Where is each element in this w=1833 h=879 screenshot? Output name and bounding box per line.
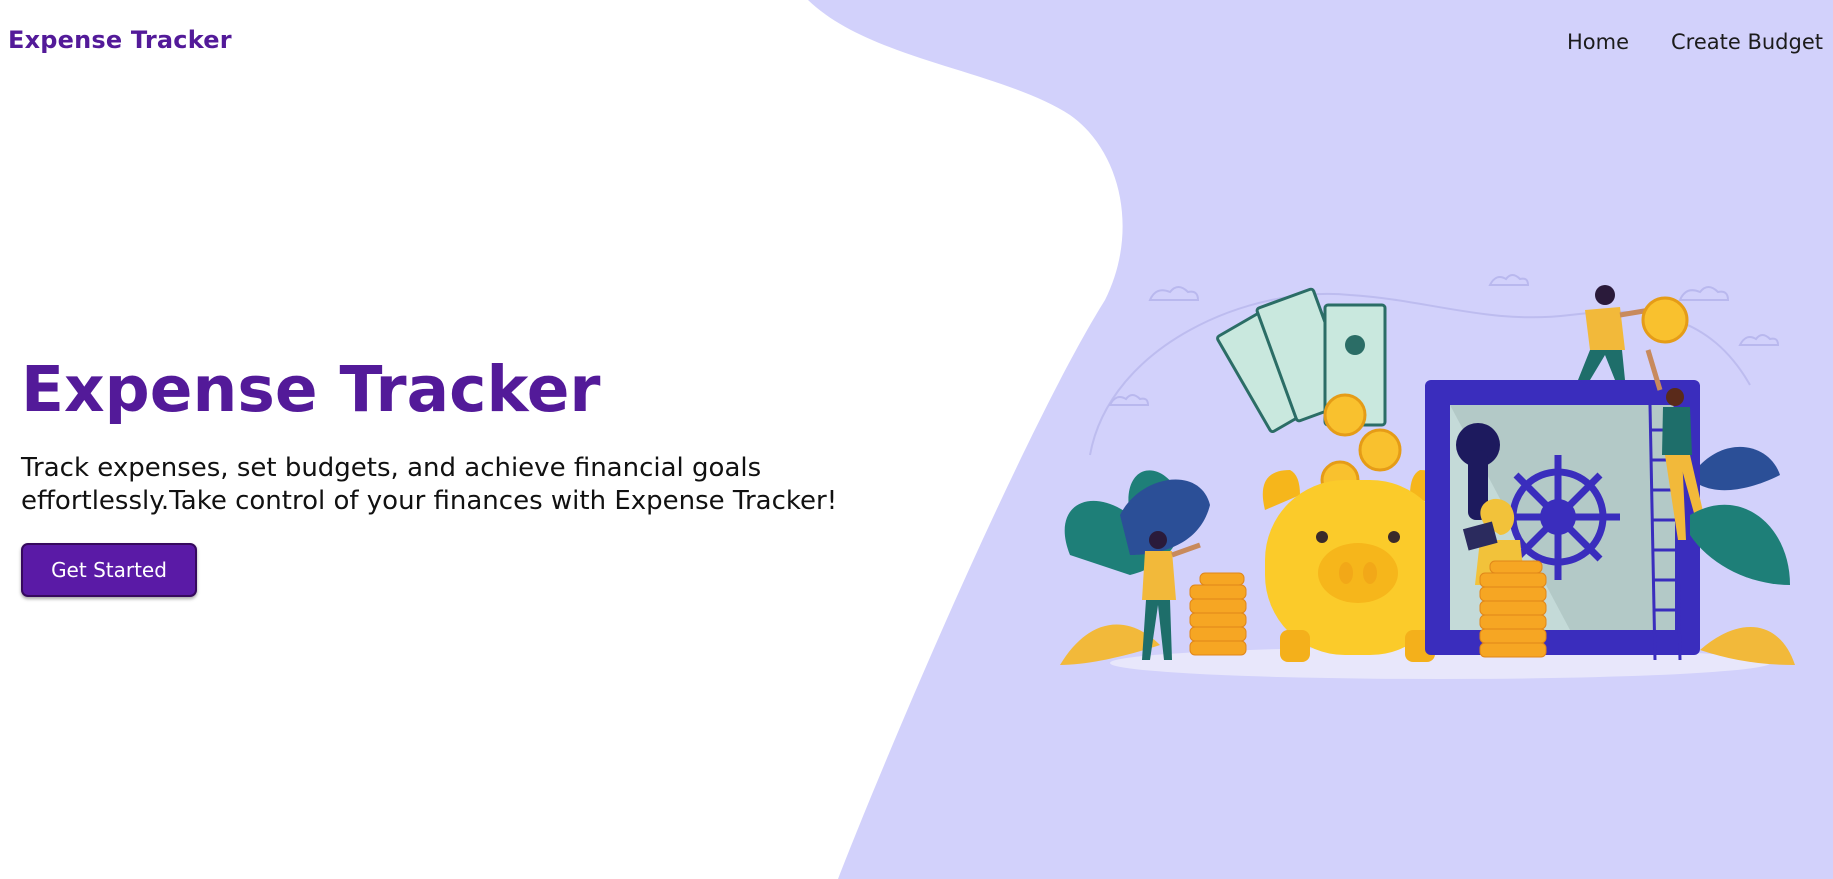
right-plant xyxy=(1690,446,1795,665)
coin-stack-right xyxy=(1479,560,1547,658)
hero-section: Expense Tracker Track expenses, set budg… xyxy=(21,352,921,597)
nav-link-home[interactable]: Home xyxy=(1567,30,1629,54)
hero-description: Track expenses, set budgets, and achieve… xyxy=(21,453,838,516)
hero-title: Expense Tracker xyxy=(21,353,601,426)
safe xyxy=(1425,380,1700,655)
left-plant xyxy=(1060,470,1210,665)
nav-links: Home Create Budget xyxy=(1567,30,1823,54)
brand-logo[interactable]: Expense Tracker xyxy=(8,26,232,54)
landing-page: Expense Tracker Home Create Budget Expen… xyxy=(0,0,1833,879)
person-top xyxy=(1578,285,1651,380)
piggy-bank xyxy=(1262,470,1450,662)
finance-illustration xyxy=(1060,274,1795,679)
nav-link-create-budget[interactable]: Create Budget xyxy=(1671,30,1823,54)
navbar: Expense Tracker Home Create Budget xyxy=(0,0,1833,86)
get-started-button[interactable]: Get Started xyxy=(21,543,197,597)
coin-top xyxy=(1641,296,1689,344)
coin-stack-left xyxy=(1189,572,1247,656)
